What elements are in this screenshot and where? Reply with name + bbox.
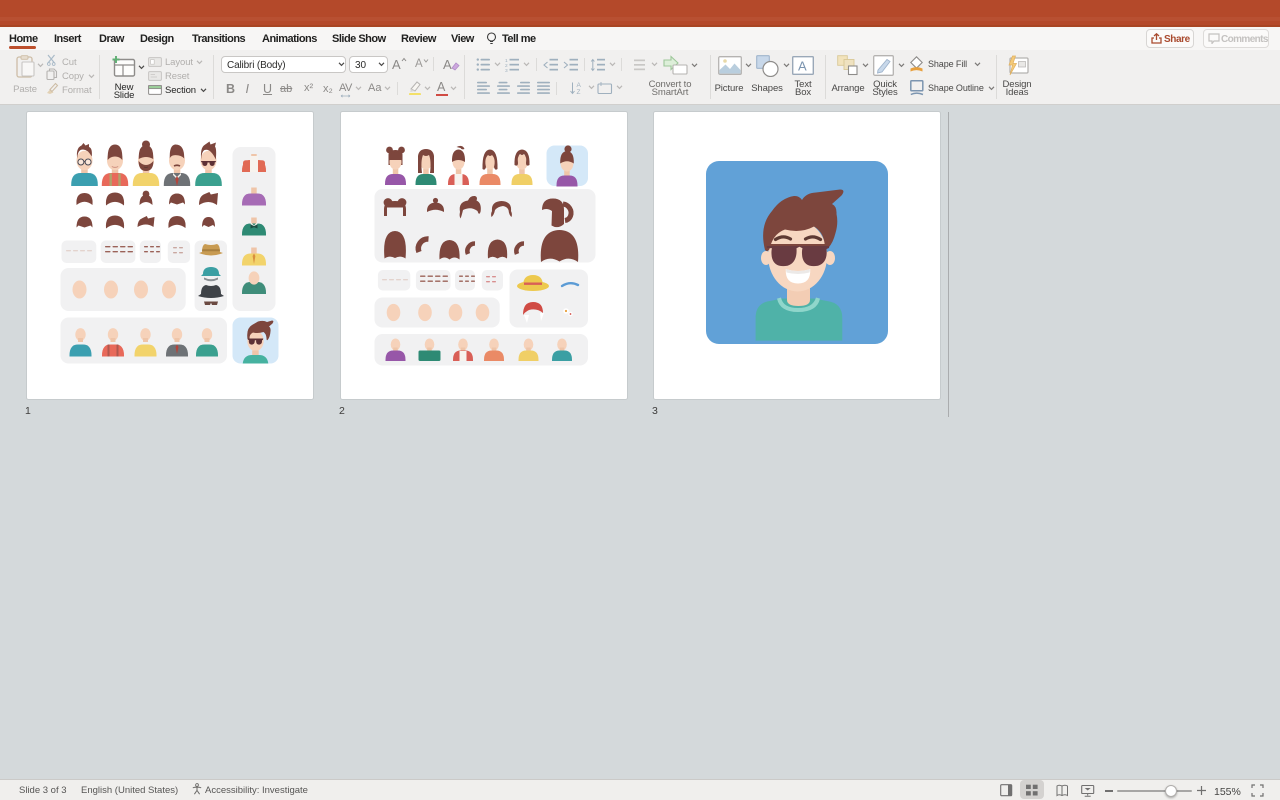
svg-text:A: A (798, 59, 807, 74)
svg-text:3: 3 (505, 68, 508, 72)
svg-text:A: A (577, 82, 582, 89)
svg-text:Z: Z (577, 89, 581, 95)
